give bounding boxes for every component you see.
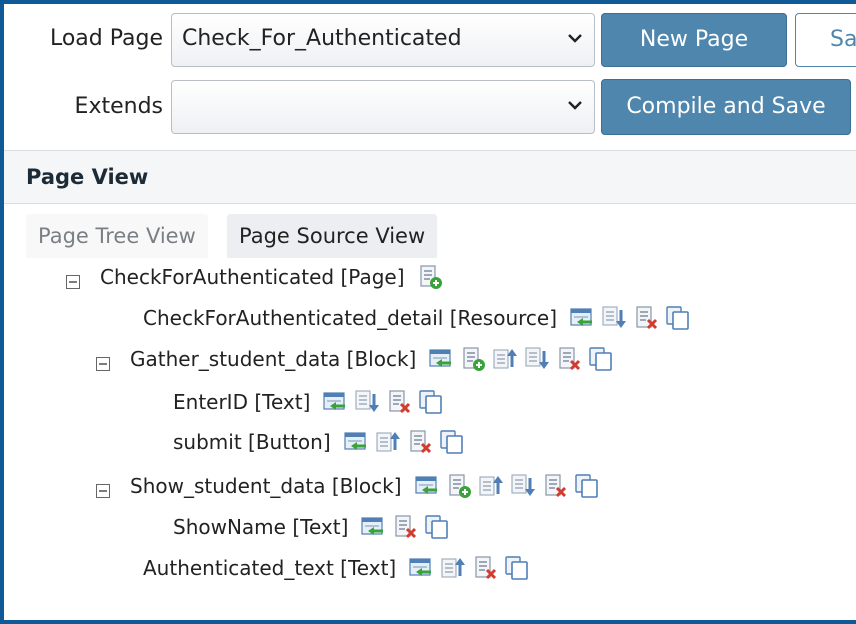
delete-icon[interactable]	[386, 389, 412, 415]
tree-node: Show_student_data [Block]	[96, 469, 600, 503]
insert-before-icon[interactable]	[569, 305, 595, 331]
compile-and-save-button[interactable]: Compile and Save	[601, 79, 851, 135]
move-up-icon[interactable]	[492, 346, 518, 372]
move-down-icon[interactable]	[354, 389, 380, 415]
move-up-icon[interactable]	[440, 555, 466, 581]
move-down-icon[interactable]	[601, 305, 627, 331]
insert-before-icon[interactable]	[343, 429, 369, 455]
add-child-icon[interactable]	[417, 264, 443, 290]
copy-icon[interactable]	[574, 473, 600, 499]
tree-node-label[interactable]: CheckForAuthenticated_detail [Resource]	[143, 306, 557, 330]
tab-page-source-view[interactable]: Page Source View	[227, 214, 438, 258]
tree-node: submit [Button]	[173, 425, 465, 459]
copy-icon[interactable]	[439, 429, 465, 455]
delete-icon[interactable]	[556, 346, 582, 372]
insert-before-icon[interactable]	[322, 389, 348, 415]
insert-before-icon[interactable]	[408, 555, 434, 581]
tree-node: Gather_student_data [Block]	[96, 342, 614, 376]
tree-node-label[interactable]: Show_student_data [Block]	[130, 474, 402, 498]
copy-icon[interactable]	[424, 514, 450, 540]
tree-node: ShowName [Text]	[173, 510, 450, 544]
chevron-down-icon	[566, 28, 584, 46]
tree-node: CheckForAuthenticated_detail [Resource]	[143, 301, 691, 335]
tab-page-tree-view[interactable]: Page Tree View	[26, 214, 208, 258]
tree-node-label[interactable]: Authenticated_text [Text]	[143, 556, 396, 580]
insert-before-icon[interactable]	[360, 514, 386, 540]
load-page-value: Check_For_Authenticated	[182, 26, 462, 51]
add-child-icon[interactable]	[460, 346, 486, 372]
copy-icon[interactable]	[504, 555, 530, 581]
load-page-label: Load Page	[49, 26, 163, 51]
load-page-select[interactable]: Check_For_Authenticated	[171, 13, 595, 67]
collapse-toggle-icon[interactable]	[66, 270, 80, 289]
insert-before-icon[interactable]	[414, 473, 440, 499]
move-up-icon[interactable]	[375, 429, 401, 455]
collapse-toggle-icon[interactable]	[96, 479, 110, 498]
chevron-down-icon	[566, 95, 584, 113]
page-view-header: Page View	[4, 150, 856, 204]
tree-node-label[interactable]: Gather_student_data [Block]	[130, 347, 416, 371]
delete-icon[interactable]	[472, 555, 498, 581]
tree-node: EnterID [Text]	[173, 385, 444, 419]
tree-node: Authenticated_text [Text]	[143, 551, 530, 585]
tree-node: CheckForAuthenticated [Page]	[66, 260, 443, 294]
page-view-title: Page View	[26, 165, 149, 189]
save-button[interactable]: Sa	[795, 13, 856, 67]
delete-icon[interactable]	[407, 429, 433, 455]
extends-label: Extends	[74, 94, 163, 119]
tree-node-label[interactable]: ShowName [Text]	[173, 515, 348, 539]
tree-node-label[interactable]: EnterID [Text]	[173, 390, 310, 414]
tree-node-label[interactable]: CheckForAuthenticated [Page]	[100, 265, 405, 289]
collapse-toggle-icon[interactable]	[96, 352, 110, 371]
move-up-icon[interactable]	[478, 473, 504, 499]
copy-icon[interactable]	[418, 389, 444, 415]
add-child-icon[interactable]	[446, 473, 472, 499]
app-frame: Load Page Check_For_Authenticated New Pa…	[4, 4, 856, 620]
copy-icon[interactable]	[665, 305, 691, 331]
move-down-icon[interactable]	[524, 346, 550, 372]
tree-node-label[interactable]: submit [Button]	[173, 430, 331, 454]
move-down-icon[interactable]	[510, 473, 536, 499]
copy-icon[interactable]	[588, 346, 614, 372]
insert-before-icon[interactable]	[428, 346, 454, 372]
page-toolbar: Load Page Check_For_Authenticated New Pa…	[4, 4, 856, 150]
extends-select[interactable]	[171, 80, 595, 134]
delete-icon[interactable]	[633, 305, 659, 331]
new-page-button[interactable]: New Page	[601, 13, 787, 67]
delete-icon[interactable]	[392, 514, 418, 540]
delete-icon[interactable]	[542, 473, 568, 499]
